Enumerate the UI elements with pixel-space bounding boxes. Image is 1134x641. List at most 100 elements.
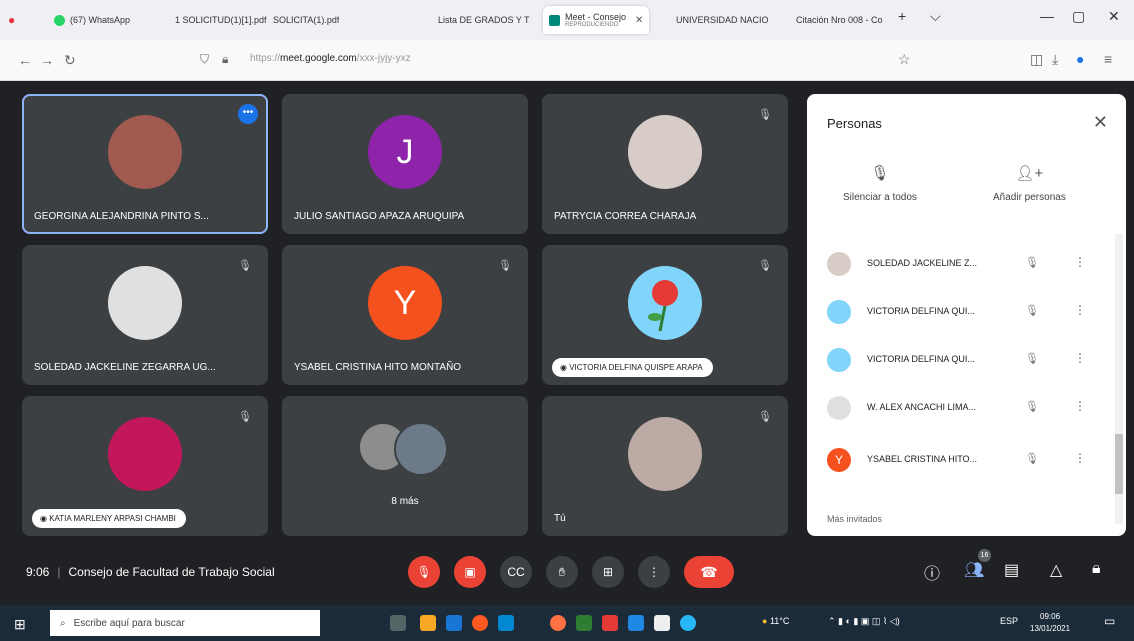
- word-icon[interactable]: [628, 615, 644, 631]
- forward-icon[interactable]: →: [40, 52, 54, 68]
- tab-solicitud-pdf[interactable]: 1 SOLICITUD(1)[1].pdf: [175, 6, 267, 34]
- mute-all-button[interactable]: 🎙︎ Silenciar a todos: [843, 164, 917, 203]
- lock-icon[interactable]: 🔒︎: [222, 52, 228, 67]
- language-indicator[interactable]: ESP: [1000, 616, 1018, 626]
- participant-count-badge: 16: [978, 549, 991, 562]
- weather-widget[interactable]: ● 11°C: [762, 616, 789, 626]
- mic-off-icon[interactable]: 🎙︎: [1025, 352, 1039, 365]
- tab-whatsapp[interactable]: (67) WhatsApp: [54, 6, 130, 34]
- avatar: Y: [368, 266, 442, 340]
- people-icon[interactable]: 👥︎: [964, 560, 984, 580]
- avatar: [108, 266, 182, 340]
- participant-tile[interactable]: 🎙︎ Y YSABEL CRISTINA HITO MONTAÑO: [282, 245, 528, 385]
- menu-icon[interactable]: ≡: [1104, 51, 1112, 67]
- participant-name-pill: ◉ KATIA MARLENY ARPASI CHAMBI: [32, 509, 186, 528]
- mic-off-icon: 🎙︎: [758, 411, 772, 423]
- more-options-button[interactable]: ⋮: [638, 556, 670, 588]
- add-people-button[interactable]: 👤︎+ Añadir personas: [993, 164, 1066, 203]
- firefox-icon[interactable]: [550, 615, 566, 631]
- file-explorer-icon[interactable]: [420, 615, 436, 631]
- mic-off-icon: 🎙︎: [870, 165, 890, 182]
- account-icon[interactable]: ●: [1076, 51, 1084, 67]
- info-icon[interactable]: ⓘ: [924, 560, 940, 584]
- raise-hand-button[interactable]: ✋︎: [546, 556, 578, 588]
- url-input[interactable]: https://meet.google.com/xxx-jyjy-yxz: [250, 53, 411, 64]
- more-vert-icon[interactable]: ⋮: [1074, 255, 1086, 269]
- meeting-info: 9:06 | Consejo de Facultad de Trabajo Soci…: [26, 565, 275, 579]
- participant-tile[interactable]: ••• GEORGINA ALEJANDRINA PINTO S...: [22, 94, 268, 234]
- browser-menu-icon[interactable]: ●: [8, 6, 15, 34]
- back-icon[interactable]: ←: [18, 52, 32, 68]
- edge-icon[interactable]: [498, 615, 514, 631]
- more-vert-icon[interactable]: ⋮: [1074, 399, 1086, 413]
- windows-start-icon[interactable]: ⊞: [14, 616, 26, 633]
- scrollbar[interactable]: [1115, 234, 1123, 524]
- store-icon[interactable]: [446, 615, 462, 631]
- more-guests-label: Más invitados: [827, 514, 883, 524]
- tab-label: Lista DE GRADOS Y T: [438, 15, 530, 25]
- avatar: J: [368, 115, 442, 189]
- participant-tile[interactable]: 🎙︎ ◉ KATIA MARLENY ARPASI CHAMBI: [22, 396, 268, 536]
- more-vert-icon[interactable]: ⋮: [1074, 303, 1086, 317]
- minimize-icon[interactable]: —: [1040, 8, 1054, 24]
- person-name: VICTORIA DELFINA QUI...: [867, 354, 975, 364]
- more-participants-tile[interactable]: 8 más: [282, 396, 528, 536]
- list-item[interactable]: VICTORIA DELFINA QUI... 🎙︎ ⋮: [827, 346, 1087, 376]
- more-vert-icon[interactable]: ⋮: [1074, 451, 1086, 465]
- tab-citacion[interactable]: Citación Nro 008 - Co: [796, 6, 883, 34]
- search-icon: ⌕: [60, 617, 66, 629]
- reload-icon[interactable]: ↻: [64, 52, 76, 69]
- mic-off-icon[interactable]: 🎙︎: [1025, 256, 1039, 269]
- app-icon[interactable]: [680, 615, 696, 631]
- bookmark-star-icon[interactable]: ☆: [898, 51, 911, 68]
- mic-off-icon[interactable]: 🎙︎: [1025, 452, 1039, 465]
- participant-tile[interactable]: 🎙︎ SOLEDAD JACKELINE ZEGARRA UG...: [22, 245, 268, 385]
- more-options-icon[interactable]: •••: [238, 104, 258, 124]
- mic-off-icon: 🎙︎: [758, 109, 772, 121]
- tab-universidad[interactable]: UNIVERSIDAD NACIO: [676, 6, 769, 34]
- list-item[interactable]: Y YSABEL CRISTINA HITO... 🎙︎ ⋮: [827, 446, 1087, 476]
- chevron-down-icon[interactable]: ⌵: [930, 8, 941, 25]
- chat-icon[interactable]: ▤: [1004, 560, 1019, 580]
- present-button[interactable]: ⊞: [592, 556, 624, 588]
- tab-lista-grados[interactable]: Lista DE GRADOS Y T: [438, 6, 530, 34]
- app-icon[interactable]: [602, 615, 618, 631]
- captions-button[interactable]: CC: [500, 556, 532, 588]
- mic-toggle-button[interactable]: 🎙︎: [408, 556, 440, 588]
- participant-name: VICTORIA DELFINA QUISPE ARAPA: [569, 363, 703, 372]
- excel-icon[interactable]: [576, 615, 592, 631]
- end-call-button[interactable]: ☎︎: [684, 556, 734, 588]
- window-close-icon[interactable]: ✕: [1108, 8, 1120, 25]
- participant-tile[interactable]: 🎙︎ ◉ VICTORIA DELFINA QUISPE ARAPA: [542, 245, 788, 385]
- more-vert-icon[interactable]: ⋮: [1074, 351, 1086, 365]
- mic-off-icon[interactable]: 🎙︎: [1025, 304, 1039, 317]
- pocket-icon[interactable]: ◫: [1030, 51, 1043, 68]
- task-view-icon[interactable]: [390, 615, 406, 631]
- notifications-icon[interactable]: ▭: [1104, 614, 1115, 628]
- app-icon[interactable]: [654, 615, 670, 631]
- taskbar-search-input[interactable]: ⌕ Escribe aquí para buscar: [50, 610, 320, 636]
- clock[interactable]: 09:06 13/01/2021: [1030, 611, 1070, 635]
- activities-icon[interactable]: △: [1050, 560, 1062, 580]
- shield-icon[interactable]: ⛉: [200, 52, 209, 67]
- list-item[interactable]: W. ALEX ANCACHI LIMA... 🎙︎ ⋮: [827, 394, 1087, 424]
- tab-label: Citación Nro 008 - Co: [796, 15, 883, 25]
- chrome-icon[interactable]: [472, 615, 488, 631]
- new-tab-icon[interactable]: +: [898, 8, 906, 24]
- mic-off-icon[interactable]: 🎙︎: [1025, 400, 1039, 413]
- tray-icons[interactable]: ⌃ ▮ ◐ ▮ ▣ ◫ ⌇ ◁): [828, 616, 900, 627]
- restore-icon[interactable]: ▢: [1072, 8, 1085, 25]
- host-controls-icon[interactable]: 🔒︎: [1092, 560, 1101, 578]
- tab-meet[interactable]: Meet - Consejo REPRODUCIENDO ✕: [543, 6, 650, 34]
- tab-solicita-pdf[interactable]: SOLICITA(1).pdf: [273, 6, 339, 34]
- participant-tile[interactable]: 🎙︎ PATRYCIA CORREA CHARAJA: [542, 94, 788, 234]
- camera-toggle-button[interactable]: ▣: [454, 556, 486, 588]
- scrollbar-thumb[interactable]: [1115, 434, 1123, 494]
- list-item[interactable]: SOLEDAD JACKELINE Z... 🎙︎ ⋮: [827, 250, 1087, 280]
- self-tile[interactable]: 🎙︎ Tú: [542, 396, 788, 536]
- close-icon[interactable]: ✕: [635, 15, 643, 26]
- close-icon[interactable]: ✕: [1093, 112, 1108, 133]
- participant-tile[interactable]: J JULIO SANTIAGO APAZA ARUQUIPA: [282, 94, 528, 234]
- list-item[interactable]: VICTORIA DELFINA QUI... 🎙︎ ⋮: [827, 298, 1087, 328]
- download-icon[interactable]: ⤓: [1052, 51, 1058, 68]
